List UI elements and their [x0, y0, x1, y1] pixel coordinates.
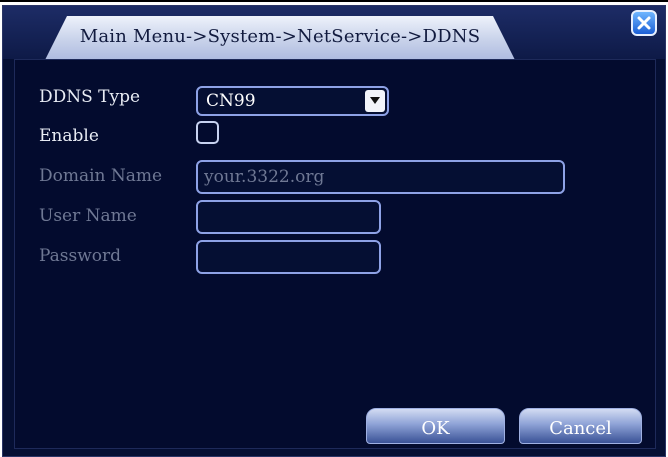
ddns-type-select[interactable]: CN99	[196, 86, 389, 116]
cancel-button[interactable]: Cancel	[519, 408, 642, 444]
close-icon	[637, 16, 651, 30]
dialog-title: Main Menu->System->NetService->DDNS	[79, 25, 481, 47]
ddns-dialog: Main Menu->System->NetService->DDNS DDNS…	[2, 5, 666, 457]
ok-button[interactable]: OK	[366, 408, 505, 444]
settings-panel: DDNS Type CN99 Enable Domain Name your.3…	[14, 59, 656, 449]
enable-label: Enable	[39, 126, 99, 146]
enable-checkbox[interactable]	[196, 121, 219, 144]
chevron-down-icon[interactable]	[365, 90, 385, 112]
domain-name-label: Domain Name	[39, 166, 163, 186]
domain-name-field[interactable]: your.3322.org	[196, 160, 565, 194]
ddns-type-value: CN99	[206, 91, 256, 111]
close-button[interactable]	[631, 10, 657, 36]
top-divider	[0, 0, 668, 2]
password-label: Password	[39, 246, 122, 266]
user-name-field[interactable]	[196, 200, 381, 234]
ddns-type-label: DDNS Type	[39, 87, 141, 107]
password-field[interactable]	[196, 240, 381, 274]
domain-name-value: your.3322.org	[204, 167, 325, 187]
user-name-label: User Name	[39, 206, 137, 226]
